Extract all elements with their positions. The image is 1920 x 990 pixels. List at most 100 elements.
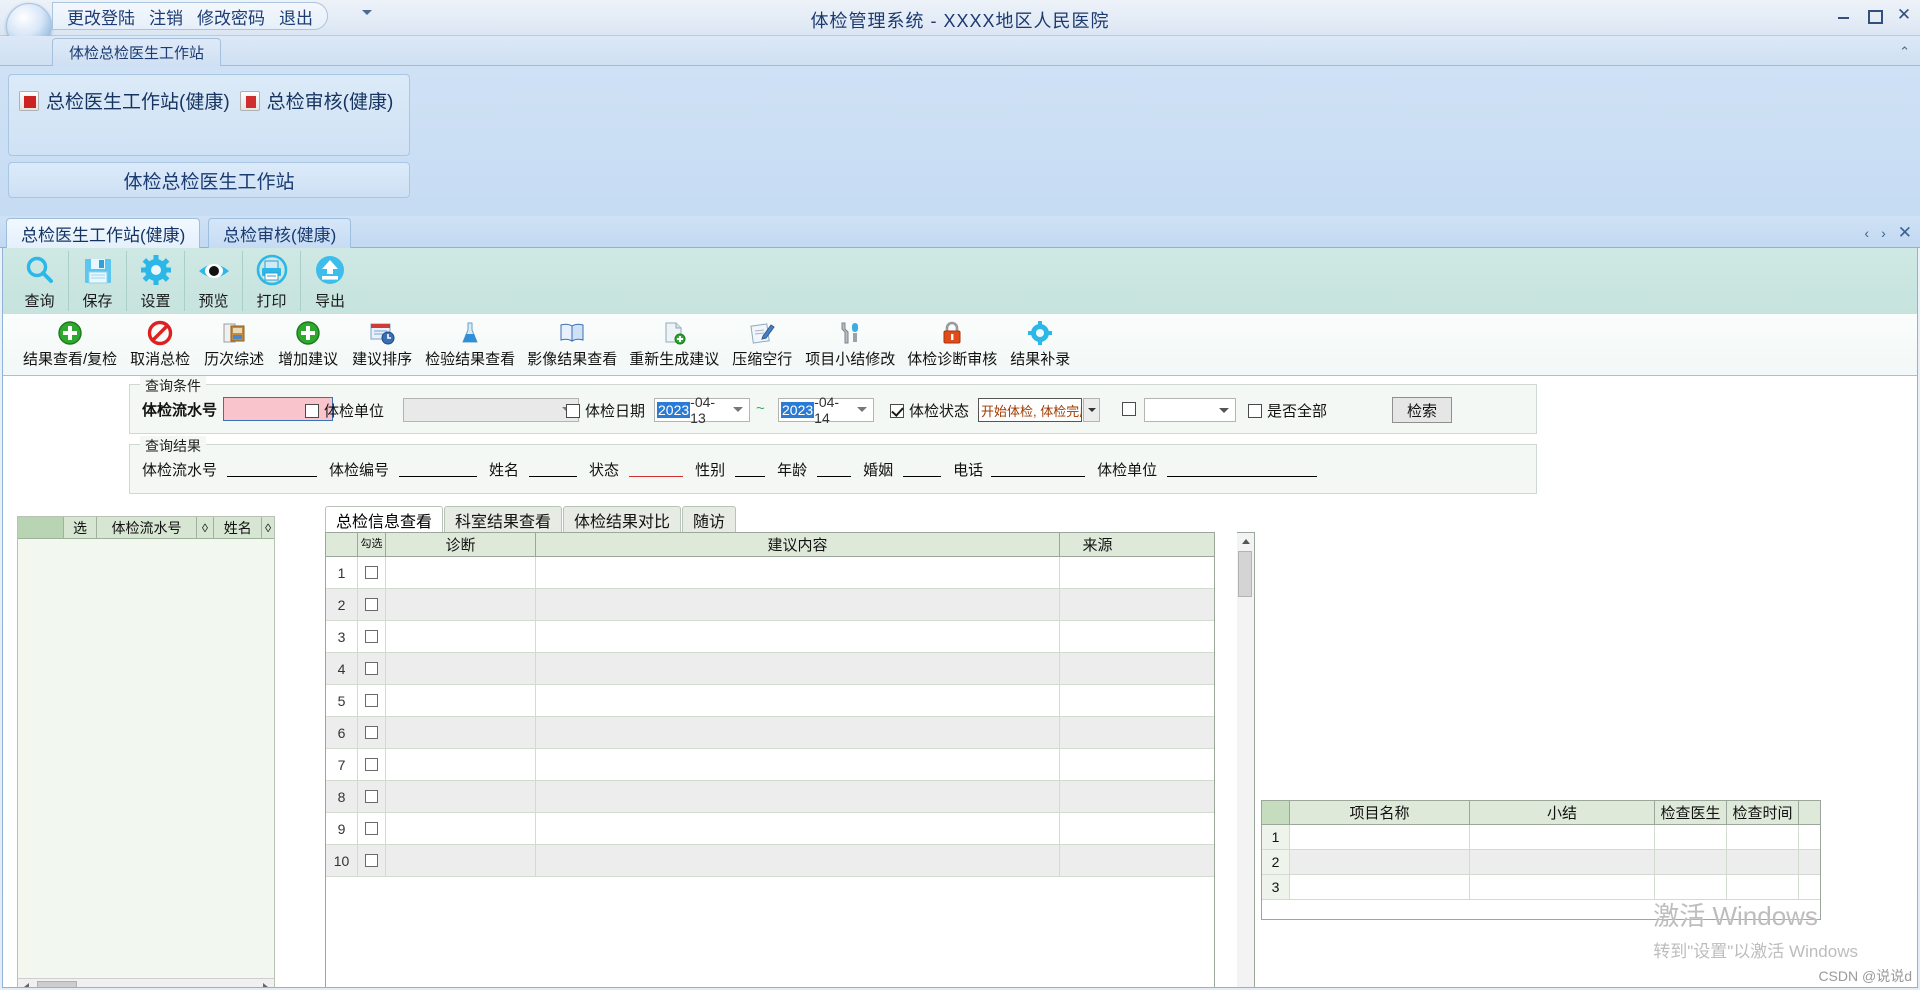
cell-source[interactable] [1060, 813, 1135, 844]
table-row[interactable]: 2 [326, 589, 1214, 621]
column-sort-indicator[interactable]: ◊ [197, 517, 215, 538]
column-header-advice[interactable]: 建议内容 [536, 533, 1060, 556]
action-regenerate-advice[interactable]: 重新生成建议 [623, 318, 725, 372]
cell-exam-time[interactable] [1727, 875, 1799, 899]
table-row[interactable]: 2 [1262, 850, 1820, 875]
column-header-diagnosis[interactable]: 诊断 [386, 533, 536, 556]
all-checkbox[interactable] [1248, 403, 1262, 418]
column-header-source[interactable]: 来源 [1060, 533, 1135, 556]
cell-diagnosis[interactable] [386, 557, 536, 588]
column-header-check[interactable]: 勾选 [358, 533, 386, 556]
row-checkbox[interactable] [365, 662, 378, 675]
table-row[interactable]: 3 [326, 621, 1214, 653]
cell-exam-doctor[interactable] [1655, 850, 1727, 874]
toolbar-export-button[interactable]: 导出 [301, 251, 359, 311]
cell-advice[interactable] [536, 685, 1060, 716]
cell-summary[interactable] [1470, 825, 1655, 849]
column-header-name[interactable]: 姓名 [214, 517, 263, 538]
search-button[interactable]: 检索 [1392, 397, 1453, 423]
column-header-rownum[interactable] [326, 533, 358, 556]
cell-item-name[interactable] [1290, 850, 1470, 874]
cell-advice[interactable] [536, 653, 1060, 684]
row-checkbox-cell[interactable] [358, 557, 386, 588]
state-checkbox[interactable] [890, 403, 904, 418]
cell-source[interactable] [1060, 653, 1135, 684]
item-summary-body[interactable]: 123 [1262, 825, 1820, 900]
table-row[interactable]: 4 [326, 653, 1214, 685]
cell-advice[interactable] [536, 621, 1060, 652]
cell-source[interactable] [1060, 589, 1135, 620]
cell-advice[interactable] [536, 749, 1060, 780]
patient-list-body[interactable] [18, 539, 274, 959]
table-row[interactable]: 5 [326, 685, 1214, 717]
date-from-input[interactable]: 2023 -04-13 [654, 394, 750, 426]
toolbar-query-button[interactable]: 查询 [11, 251, 69, 311]
table-row[interactable]: 10 [326, 845, 1214, 877]
unit-select[interactable] [403, 398, 579, 422]
cell-exam-time[interactable] [1727, 850, 1799, 874]
cell-diagnosis[interactable] [386, 589, 536, 620]
cell-advice[interactable] [536, 781, 1060, 812]
table-row[interactable]: 9 [326, 813, 1214, 845]
launcher-item-chief-doctor-station[interactable]: 总检医生工作站(健康) [19, 87, 230, 114]
action-result-supplement[interactable]: 结果补录 [1003, 318, 1077, 372]
row-checkbox-cell[interactable] [358, 813, 386, 844]
table-row[interactable]: 1 [1262, 825, 1820, 850]
tab-prev-button[interactable]: ‹ [1864, 225, 1869, 241]
column-header-rownum[interactable] [1262, 801, 1290, 824]
extra-select[interactable] [1144, 398, 1236, 422]
cell-item-name[interactable] [1290, 825, 1470, 849]
row-checkbox[interactable] [365, 566, 378, 579]
cell-advice[interactable] [536, 589, 1060, 620]
close-button[interactable]: ✕ [1896, 6, 1912, 23]
row-checkbox-cell[interactable] [358, 589, 386, 620]
tab-department-results[interactable]: 科室结果查看 [444, 506, 563, 532]
row-checkbox-cell[interactable] [358, 781, 386, 812]
cell-advice[interactable] [536, 845, 1060, 876]
date-to-input[interactable]: 2023 -04-14 [778, 394, 874, 426]
scroll-up-button[interactable] [1238, 533, 1254, 549]
minimize-button[interactable] [1836, 8, 1852, 22]
tab-chief-doctor-station[interactable]: 总检医生工作站(健康) [6, 218, 201, 248]
cell-exam-doctor[interactable] [1655, 825, 1727, 849]
chevron-up-icon[interactable]: ⌃ [1899, 44, 1910, 60]
cell-item-name[interactable] [1290, 875, 1470, 899]
column-header-summary[interactable]: 小结 [1470, 801, 1655, 824]
row-checkbox[interactable] [365, 694, 378, 707]
table-row[interactable]: 8 [326, 781, 1214, 813]
column-header-select[interactable]: 选 [64, 517, 98, 538]
row-checkbox[interactable] [365, 758, 378, 771]
scroll-right-button[interactable] [257, 979, 274, 987]
action-diagnosis-review[interactable]: 体检诊断审核 [901, 318, 1003, 372]
tab-chief-review[interactable]: 总检审核(健康) [208, 218, 352, 248]
row-checkbox[interactable] [365, 854, 378, 867]
cell-advice[interactable] [536, 557, 1060, 588]
cell-diagnosis[interactable] [386, 749, 536, 780]
action-cancel-summary[interactable]: 取消总检 [123, 318, 197, 372]
action-add-advice[interactable]: 增加建议 [271, 318, 345, 372]
hscroll-thumb[interactable] [37, 980, 77, 987]
toolbar-preview-button[interactable]: 预览 [185, 251, 243, 311]
document-tab[interactable]: 体检总检医生工作站 [52, 38, 222, 66]
launcher-item-chief-review[interactable]: 总检审核(健康) [239, 87, 393, 114]
unit-checkbox[interactable] [305, 403, 319, 418]
action-sort-advice[interactable]: 建议排序 [345, 318, 419, 372]
toolbar-settings-button[interactable]: 设置 [127, 251, 185, 311]
advice-grid-body[interactable]: 1 2 3 4 5 6 7 8 9 10 [326, 557, 1214, 877]
row-checkbox[interactable] [365, 822, 378, 835]
advice-grid-vscrollbar[interactable] [1237, 532, 1255, 987]
cell-diagnosis[interactable] [386, 781, 536, 812]
tab-next-button[interactable]: › [1881, 225, 1886, 241]
extra-checkbox[interactable] [1122, 402, 1136, 416]
row-checkbox-cell[interactable] [358, 685, 386, 716]
cell-source[interactable] [1060, 845, 1135, 876]
cell-diagnosis[interactable] [386, 845, 536, 876]
maximize-button[interactable] [1866, 8, 1883, 24]
tab-close-button[interactable]: ✕ [1898, 223, 1912, 243]
state-select-value[interactable]: 开始体检, 体检完成 [978, 398, 1082, 422]
action-history-summary[interactable]: 历次综述 [197, 318, 271, 372]
tab-summary-info[interactable]: 总检信息查看 [325, 506, 444, 532]
tab-followup[interactable]: 随访 [682, 506, 737, 532]
column-header-serial[interactable]: 体检流水号 [97, 517, 197, 538]
toolbar-print-button[interactable]: 打印 [243, 251, 301, 311]
